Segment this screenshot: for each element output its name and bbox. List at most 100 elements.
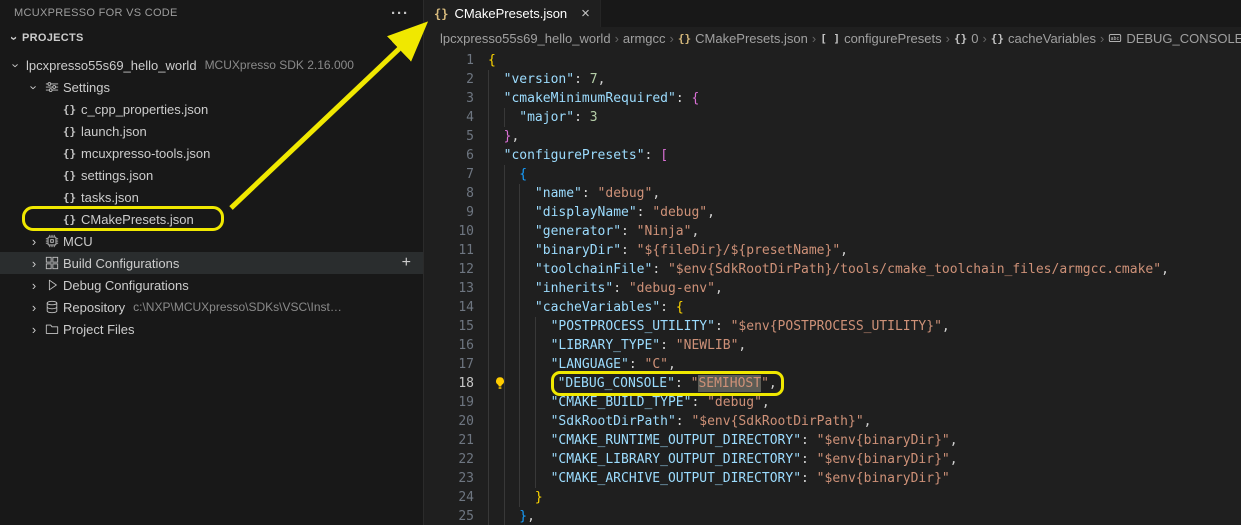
code-token: "CMAKE_RUNTIME_OUTPUT_DIRECTORY" <box>551 433 801 448</box>
line-number[interactable]: 7 <box>424 165 474 184</box>
code-line-21[interactable]: 21"CMAKE_RUNTIME_OUTPUT_DIRECTORY": "$en… <box>424 431 1241 450</box>
tree-item-build-configurations[interactable]: ›Build Configurations+ <box>0 252 423 274</box>
code-line-25[interactable]: 25}, <box>424 507 1241 525</box>
tree-item-file-tasks-json[interactable]: {}tasks.json <box>0 186 423 208</box>
code-line-17[interactable]: 17"LANGUAGE": "C", <box>424 355 1241 374</box>
line-number[interactable]: 5 <box>424 127 474 146</box>
code-line-10[interactable]: 10"generator": "Ninja", <box>424 222 1241 241</box>
code-token: "$env{binaryDir}" <box>817 452 950 467</box>
tree-item-mcu-group[interactable]: ›MCU <box>0 230 423 252</box>
chevron-right-icon[interactable]: › <box>26 235 42 248</box>
line-number[interactable]: 16 <box>424 336 474 355</box>
code-line-22[interactable]: 22"CMAKE_LIBRARY_OUTPUT_DIRECTORY": "$en… <box>424 450 1241 469</box>
code-token: "debug" <box>707 395 762 410</box>
line-number[interactable]: 8 <box>424 184 474 203</box>
indent-guide <box>519 488 535 507</box>
tree-item-file-launch-json[interactable]: {}launch.json <box>0 120 423 142</box>
tree-item-repository[interactable]: ›Repositoryc:\NXP\MCUXpresso\SDKs\VSC\In… <box>0 296 423 318</box>
line-number[interactable]: 9 <box>424 203 474 222</box>
code-editor[interactable]: 1{2"version": 7,3"cmakeMinimumRequired":… <box>424 49 1241 525</box>
breadcrumb-item-lpcxpresso55s69-hello-world[interactable]: lpcxpresso55s69_hello_world <box>440 31 611 46</box>
tree-item-file-settings-json[interactable]: {}settings.json <box>0 164 423 186</box>
code-line-12[interactable]: 12"toolchainFile": "$env{SdkRootDirPath}… <box>424 260 1241 279</box>
tree-item-file-mcuxpresso-tools-json[interactable]: {}mcuxpresso-tools.json <box>0 142 423 164</box>
line-content: "CMAKE_ARCHIVE_OUTPUT_DIRECTORY": "$env{… <box>488 469 950 488</box>
tree-item-file-cmakepresets-json[interactable]: {}CMakePresets.json <box>0 208 423 230</box>
line-number[interactable]: 3 <box>424 89 474 108</box>
code-line-7[interactable]: 7{ <box>424 165 1241 184</box>
line-number[interactable]: 2 <box>424 70 474 89</box>
code-token: , <box>652 186 660 201</box>
chevron-right-icon[interactable]: › <box>26 257 42 270</box>
indent-guide <box>535 317 551 336</box>
breadcrumb-item-cmakepresets-json[interactable]: {}CMakePresets.json <box>678 31 808 46</box>
tree-item-settings-group[interactable]: ›Settings <box>0 76 423 98</box>
breadcrumb-item-debug-console[interactable]: abcDEBUG_CONSOLE <box>1108 31 1241 46</box>
line-number[interactable]: 25 <box>424 507 474 525</box>
line-number[interactable]: 19 <box>424 393 474 412</box>
line-number[interactable]: 24 <box>424 488 474 507</box>
line-number[interactable]: 1 <box>424 51 474 70</box>
line-number[interactable]: 21 <box>424 431 474 450</box>
code-line-9[interactable]: 9"displayName": "debug", <box>424 203 1241 222</box>
code-token: , <box>762 395 770 410</box>
code-line-11[interactable]: 11"binaryDir": "${fileDir}/${presetName}… <box>424 241 1241 260</box>
tree-item-project-files[interactable]: ›Project Files <box>0 318 423 340</box>
line-number[interactable]: 13 <box>424 279 474 298</box>
line-number[interactable]: 4 <box>424 108 474 127</box>
code-line-2[interactable]: 2"version": 7, <box>424 70 1241 89</box>
line-number[interactable]: 20 <box>424 412 474 431</box>
code-line-19[interactable]: 19"CMAKE_BUILD_TYPE": "debug", <box>424 393 1241 412</box>
lightbulb-icon[interactable] <box>493 376 507 390</box>
code-line-8[interactable]: 8"name": "debug", <box>424 184 1241 203</box>
more-actions-icon[interactable]: ··· <box>391 5 409 22</box>
line-number[interactable]: 23 <box>424 469 474 488</box>
chevron-down-icon[interactable]: › <box>8 59 24 72</box>
chevron-right-icon[interactable]: › <box>26 323 42 336</box>
breadcrumb-item-armgcc[interactable]: armgcc <box>623 31 666 46</box>
line-number[interactable]: 14 <box>424 298 474 317</box>
projects-section-header[interactable]: › PROJECTS <box>0 26 423 50</box>
add-build-configuration-button[interactable]: + <box>402 255 411 271</box>
line-number[interactable]: 22 <box>424 450 474 469</box>
code-line-18[interactable]: 18"DEBUG_CONSOLE": "SEMIHOST", <box>424 374 1241 393</box>
chevron-right-icon[interactable]: › <box>26 301 42 314</box>
tree-item-file-c-cpp-properties-json[interactable]: {}c_cpp_properties.json <box>0 98 423 120</box>
tree-item-debug-configurations[interactable]: ›Debug Configurations <box>0 274 423 296</box>
breadcrumb-item-configurepresets[interactable]: [ ]configurePresets <box>820 31 941 46</box>
chevron-down-icon[interactable]: › <box>6 32 22 45</box>
code-line-1[interactable]: 1{ <box>424 51 1241 70</box>
close-icon[interactable]: × <box>581 6 590 21</box>
code-token: , <box>942 319 950 334</box>
tree-item-project-lpcxpresso55s69-hello-world[interactable]: ›lpcxpresso55s69_hello_worldMCUXpresso S… <box>0 54 423 76</box>
code-line-15[interactable]: 15"POSTPROCESS_UTILITY": "$env{POSTPROCE… <box>424 317 1241 336</box>
code-line-16[interactable]: 16"LIBRARY_TYPE": "NEWLIB", <box>424 336 1241 355</box>
code-line-13[interactable]: 13"inherits": "debug-env", <box>424 279 1241 298</box>
line-content: }, <box>488 127 519 146</box>
line-number[interactable]: 15 <box>424 317 474 336</box>
code-line-23[interactable]: 23 "CMAKE_ARCHIVE_OUTPUT_DIRECTORY": "$en… <box>424 469 1241 488</box>
code-line-20[interactable]: 20"SdkRootDirPath": "$env{SdkRootDirPath… <box>424 412 1241 431</box>
build-icon <box>42 256 61 270</box>
breadcrumb-item-cachevariables[interactable]: {}cacheVariables <box>991 31 1096 46</box>
code-line-5[interactable]: 5}, <box>424 127 1241 146</box>
line-number[interactable]: 11 <box>424 241 474 260</box>
chevron-down-icon[interactable]: › <box>26 81 42 94</box>
code-line-3[interactable]: 3"cmakeMinimumRequired": { <box>424 89 1241 108</box>
tree-item-label: c_cpp_properties.json <box>81 102 208 117</box>
code-line-14[interactable]: 14"cacheVariables": { <box>424 298 1241 317</box>
code-line-6[interactable]: 6"configurePresets": [ <box>424 146 1241 165</box>
line-number[interactable]: 12 <box>424 260 474 279</box>
line-number[interactable]: 17 <box>424 355 474 374</box>
vscode-window: MCUXPRESSO FOR VS CODE ··· › PROJECTS ›l… <box>0 0 1241 525</box>
indent-guide <box>488 507 504 525</box>
chevron-right-icon[interactable]: › <box>26 279 42 292</box>
line-number[interactable]: 18 <box>424 374 474 393</box>
code-line-24[interactable]: 24} <box>424 488 1241 507</box>
line-number[interactable]: 10 <box>424 222 474 241</box>
indent-guide <box>504 108 520 127</box>
line-number[interactable]: 6 <box>424 146 474 165</box>
tab-cmakepresets-json[interactable]: {} CMakePresets.json × <box>424 0 601 27</box>
code-line-4[interactable]: 4"major": 3 <box>424 108 1241 127</box>
breadcrumb-item-0[interactable]: {}0 <box>954 31 978 46</box>
